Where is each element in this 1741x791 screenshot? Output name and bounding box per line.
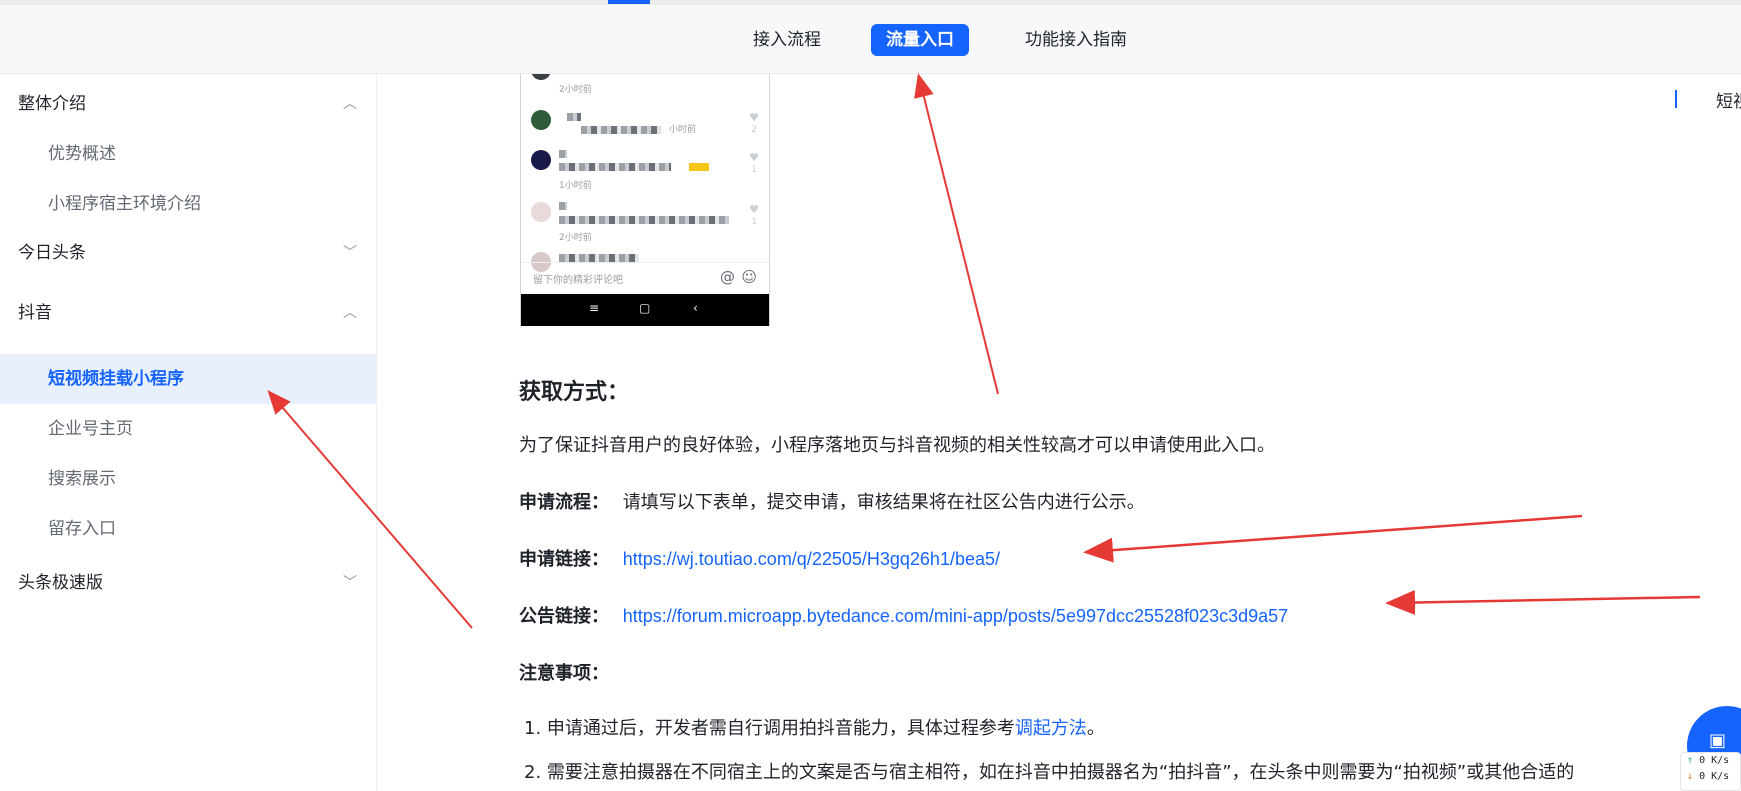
comment-time: 1小时前 [559, 181, 592, 191]
top-tab-bar: 接入流程 流量入口 功能接入指南 [0, 0, 1741, 74]
toc-item[interactable]: 短视 [1716, 87, 1741, 112]
apply-process: 申请流程： 请填写以下表单，提交申请，审核结果将在社区公告内进行公示。 [519, 488, 1145, 514]
phone-navigation-bar: ≡ ▢ ‹ [521, 294, 769, 326]
sidebar-item-short-video[interactable]: 短视频挂载小程序 [0, 354, 377, 404]
toc-active-marker [1675, 90, 1677, 108]
notes-label: 注意事项： [519, 663, 609, 684]
notice-link-label: 公告链接： [519, 606, 609, 627]
sidebar-group-label: 今日头条 [18, 243, 86, 263]
chevron-down-icon: ﹀ [343, 575, 357, 591]
apply-process-label: 申请流程： [519, 492, 609, 513]
blurred-text [559, 150, 567, 158]
blurred-text [567, 113, 581, 121]
sidebar-group-toutiao[interactable]: 今日头条 ﹀ [0, 228, 377, 278]
tab-traffic-entry[interactable]: 流量入口 [871, 24, 969, 56]
menu-icon: ≡ [589, 301, 600, 315]
tab-access-process[interactable]: 接入流程 [742, 24, 832, 56]
home-icon: ▢ [639, 301, 651, 315]
heart-icon: ♥ [749, 203, 759, 216]
sidebar-group-label: 抖音 [18, 303, 52, 323]
chevron-down-icon: ﹀ [343, 245, 357, 261]
note-item-1: 1. 申请通过后，开发者需自行调用拍抖音能力，具体过程参考调起方法。 [524, 714, 1105, 740]
sidebar-group-douyin[interactable]: 抖音 ︿ [0, 288, 377, 338]
comment-time: 小时前 [669, 125, 697, 135]
avatar [531, 74, 551, 80]
apply-link-row: 申请链接： https://wj.toutiao.com/q/22505/H3g… [519, 545, 1000, 571]
download-speed: 0 K/s [1699, 771, 1730, 782]
note-text: 1. 申请通过后，开发者需自行调用拍抖音能力，具体过程参考 [524, 718, 1015, 739]
sidebar-item-search-display[interactable]: 搜索展示 [0, 454, 377, 504]
blurred-emoji [689, 163, 709, 171]
invoke-method-link[interactable]: 调起方法 [1015, 718, 1087, 739]
comment-item [521, 252, 769, 272]
blurred-text [559, 202, 567, 210]
main-content: 2小时前 6 小时前 ♥2 1小时前 ♥1 2小时前 ♥1 [378, 74, 1741, 791]
back-icon: ‹ [693, 301, 698, 315]
comment-item: 2小时前 ♥ 1 [521, 202, 769, 252]
comment-item: 2小时前 6 [521, 74, 769, 110]
like-count: ♥ 1 [749, 203, 759, 228]
blurred-text [559, 163, 671, 171]
apply-link-label: 申请链接： [519, 549, 609, 570]
section-tabs: 接入流程 流量入口 功能接入指南 [0, 24, 1741, 56]
sidebar-nav: 整体介绍 ︿ 优势概述 小程序宿主环境介绍 今日头条 ﹀ 抖音 ︿ 短视频挂载小… [0, 74, 377, 791]
download-arrow-icon: ↓ [1687, 771, 1694, 782]
heart-icon: ♥ [749, 151, 759, 164]
note-text: 。 [1086, 718, 1105, 739]
comment-item: 1小时前 ♥ 1 [521, 150, 769, 200]
avatar [531, 150, 551, 170]
section-heading: 获取方式： [519, 380, 630, 405]
apply-process-text: 请填写以下表单，提交申请，审核结果将在社区公告内进行公示。 [622, 492, 1145, 513]
heart-icon: ♥ [749, 111, 759, 124]
sidebar-group-label: 头条极速版 [18, 573, 103, 593]
chevron-up-icon: ︿ [343, 96, 357, 112]
comment-time: 2小时前 [559, 85, 592, 95]
network-speed-widget: ↑ 0 K/s ↓ 0 K/s [1680, 752, 1741, 791]
top-divider [0, 0, 1741, 5]
sidebar-group-toutiao-lite[interactable]: 头条极速版 ﹀ [0, 558, 377, 608]
upload-arrow-icon: ↑ [1687, 755, 1694, 766]
sidebar-item-host-env[interactable]: 小程序宿主环境介绍 [0, 179, 377, 229]
at-icon: @ [720, 268, 735, 286]
note-item-2: 2. 需要注意拍摄器在不同宿主上的文案是否与宿主相符，如在抖音中拍摄器名为“拍抖… [524, 762, 1575, 783]
notice-link[interactable]: https://forum.microapp.bytedance.com/min… [623, 606, 1288, 626]
sidebar-item-retention-entry[interactable]: 留存入口 [0, 504, 377, 554]
comment-time: 2小时前 [559, 233, 592, 243]
avatar [531, 110, 551, 130]
apply-link[interactable]: https://wj.toutiao.com/q/22505/H3gq26h1/… [623, 549, 1000, 569]
sidebar-group-overview[interactable]: 整体介绍 ︿ [0, 79, 377, 129]
intro-text: 为了保证抖音用户的良好体验，小程序落地页与抖音视频的相关性较高才可以申请使用此入… [519, 435, 1275, 456]
blurred-text [559, 254, 639, 262]
chat-icon: ▣ [1709, 730, 1727, 751]
sidebar-item-advantages[interactable]: 优势概述 [0, 129, 377, 179]
like-count: 6 [753, 74, 759, 78]
upload-speed: 0 K/s [1699, 755, 1730, 766]
comment-placeholder: 留下你的精彩评论吧 [533, 275, 623, 286]
tab-feature-guide[interactable]: 功能接入指南 [1016, 24, 1136, 56]
like-count: ♥ 1 [749, 151, 759, 176]
sidebar-group-label: 整体介绍 [18, 94, 86, 114]
emoji-icon: ☺ [741, 268, 757, 286]
notes-heading: 注意事项： [519, 659, 609, 685]
phone-screenshot: 2小时前 6 小时前 ♥2 1小时前 ♥1 2小时前 ♥1 [520, 74, 770, 326]
top-accent-indicator [608, 0, 650, 4]
blurred-text [559, 216, 729, 224]
blurred-text [581, 126, 661, 134]
like-count: ♥ 2 [749, 111, 759, 136]
chevron-up-icon: ︿ [343, 305, 357, 321]
comment-input: 留下你的精彩评论吧 @ ☺ [521, 262, 769, 292]
sidebar-item-enterprise-home[interactable]: 企业号主页 [0, 404, 377, 454]
avatar [531, 202, 551, 222]
notice-link-row: 公告链接： https://forum.microapp.bytedance.c… [519, 602, 1288, 628]
